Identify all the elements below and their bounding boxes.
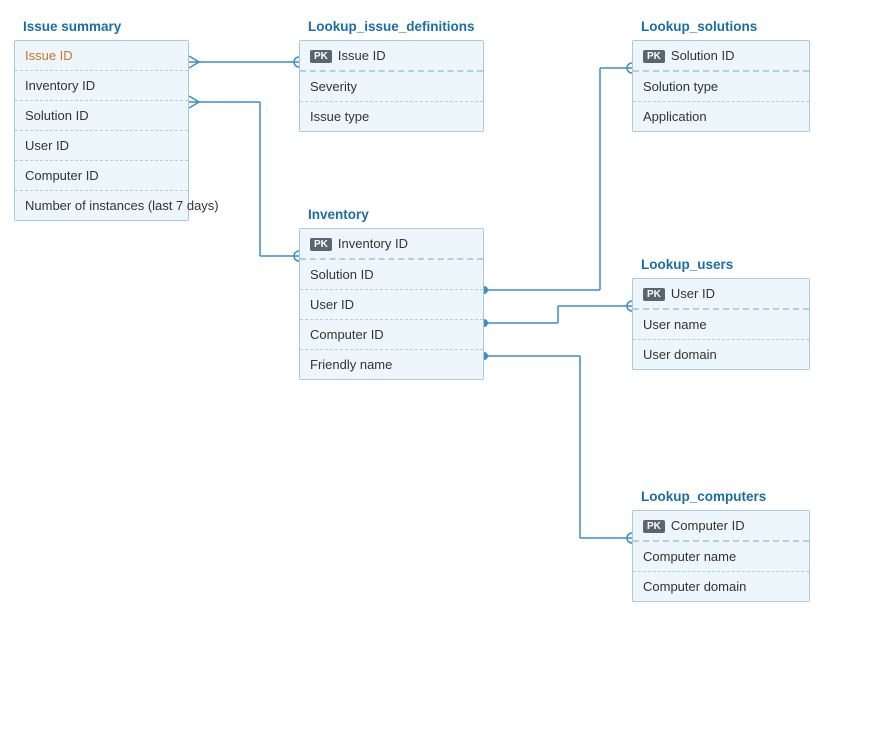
- table-row: Number of instances (last 7 days): [15, 191, 188, 220]
- table-row: Solution ID: [300, 260, 483, 290]
- inventory-title: Inventory: [300, 203, 377, 228]
- lookup-users-title: Lookup_users: [633, 253, 741, 278]
- diagram-container: Issue summary Issue ID Inventory ID Solu…: [0, 0, 882, 740]
- table-row: Application: [633, 102, 809, 131]
- table-row: Inventory ID: [15, 71, 188, 101]
- lookup-solutions-title: Lookup_solutions: [633, 15, 765, 40]
- pk-badge: PK: [310, 50, 332, 63]
- table-row: PKSolution ID: [633, 41, 809, 72]
- issue-summary-table: Issue summary Issue ID Inventory ID Solu…: [14, 40, 189, 221]
- table-row: PKUser ID: [633, 279, 809, 310]
- table-row: PKInventory ID: [300, 229, 483, 260]
- table-row: Severity: [300, 72, 483, 102]
- table-row: PKComputer ID: [633, 511, 809, 542]
- table-row: Solution ID: [15, 101, 188, 131]
- lookup-solutions-table: Lookup_solutions PKSolution ID Solution …: [632, 40, 810, 132]
- table-row: User domain: [633, 340, 809, 369]
- table-row: User name: [633, 310, 809, 340]
- table-row: User ID: [15, 131, 188, 161]
- inventory-table: Inventory PKInventory ID Solution ID Use…: [299, 228, 484, 380]
- lookup-issue-definitions-table: Lookup_issue_definitions PKIssue ID Seve…: [299, 40, 484, 132]
- lookup-users-table: Lookup_users PKUser ID User name User do…: [632, 278, 810, 370]
- pk-badge: PK: [310, 238, 332, 251]
- pk-badge: PK: [643, 50, 665, 63]
- lookup-computers-table: Lookup_computers PKComputer ID Computer …: [632, 510, 810, 602]
- lookup-issue-def-title: Lookup_issue_definitions: [300, 15, 483, 40]
- table-row: Issue type: [300, 102, 483, 131]
- table-row: User ID: [300, 290, 483, 320]
- table-row: PKIssue ID: [300, 41, 483, 72]
- pk-badge: PK: [643, 520, 665, 533]
- table-row: Friendly name: [300, 350, 483, 379]
- pk-badge: PK: [643, 288, 665, 301]
- table-row: Computer ID: [300, 320, 483, 350]
- issue-summary-title: Issue summary: [15, 15, 129, 40]
- table-row: Solution type: [633, 72, 809, 102]
- table-row: Computer ID: [15, 161, 188, 191]
- table-row: Computer name: [633, 542, 809, 572]
- lookup-computers-title: Lookup_computers: [633, 485, 774, 510]
- table-row: Issue ID: [15, 41, 188, 71]
- table-row: Computer domain: [633, 572, 809, 601]
